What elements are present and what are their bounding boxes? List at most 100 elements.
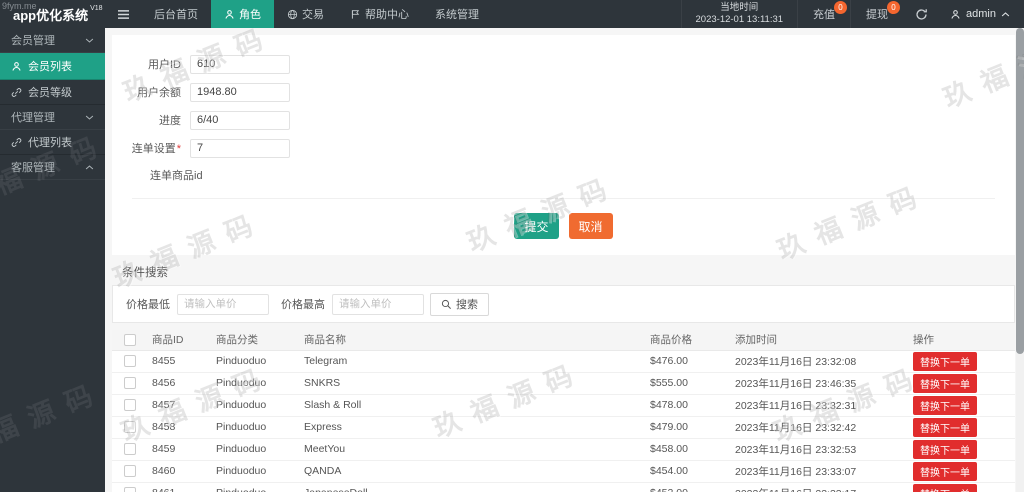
price-max-label: 价格最高	[281, 296, 325, 312]
replace-next-order-button[interactable]: 替换下一单	[913, 484, 977, 492]
username: admin	[966, 8, 996, 20]
cell-price: $476.00	[644, 350, 729, 372]
replace-next-order-button[interactable]: 替换下一单	[913, 462, 977, 481]
replace-next-order-button[interactable]: 替换下一单	[913, 352, 977, 371]
replace-next-order-button[interactable]: 替换下一单	[913, 374, 977, 393]
replace-next-order-button[interactable]: 替换下一单	[913, 440, 977, 459]
hamburger-menu-icon[interactable]	[105, 0, 141, 28]
row-select-cell	[112, 438, 146, 460]
required-asterisk: *	[177, 143, 181, 155]
cell-price: $452.00	[644, 482, 729, 492]
sidebar-item-label: 代理管理	[11, 109, 55, 125]
search-panel: 价格最低 价格最高 搜索	[112, 285, 1015, 323]
link-icon	[11, 137, 22, 148]
replace-next-order-button[interactable]: 替换下一单	[913, 418, 977, 437]
form-field-label: 连单设置*	[112, 140, 190, 156]
form-field-input[interactable]	[190, 83, 290, 102]
search-button[interactable]: 搜索	[430, 293, 489, 316]
form-field-row: 用户余额	[112, 78, 1015, 106]
form-field-row: 用户ID	[112, 50, 1015, 78]
main-content: 用户ID 用户余额 进度 连单设置* 连单商品id	[105, 28, 1024, 492]
cell-name: MeetYou	[298, 438, 644, 460]
app-version: V18	[90, 5, 102, 12]
cell-category: Pinduoduo	[210, 372, 298, 394]
sidebar-item-label: 客服管理	[11, 159, 55, 175]
row-checkbox[interactable]	[124, 399, 136, 411]
topbar-tab[interactable]: 后台首页	[141, 0, 211, 28]
form-field-input[interactable]	[190, 55, 290, 74]
sidebar-item[interactable]: 会员等级	[0, 80, 105, 105]
sidebar-item[interactable]: 代理管理	[0, 105, 105, 130]
form-field-input[interactable]	[190, 139, 290, 158]
table-row: 8459 Pinduoduo MeetYou $458.00 2023年11月1…	[112, 438, 1015, 460]
scrollbar-thumb[interactable]	[1016, 28, 1024, 354]
row-checkbox[interactable]	[124, 443, 136, 455]
cell-action: 替换下一单	[907, 394, 1015, 416]
search-icon	[441, 299, 452, 310]
form-field-row: 连单设置*	[112, 134, 1015, 162]
cell-name: JapaneseDoll	[298, 482, 644, 492]
submit-button[interactable]: 提交	[514, 213, 558, 239]
topbar-tab[interactable]: 系统管理	[422, 0, 492, 28]
recharge-label: 充值	[813, 6, 835, 22]
user-menu[interactable]: admin	[940, 0, 1024, 28]
sidebar-item-label: 会员等级	[28, 84, 72, 100]
cell-price: $454.00	[644, 460, 729, 482]
app-title: app优化系统	[13, 5, 88, 24]
row-select-cell	[112, 460, 146, 482]
row-checkbox[interactable]	[124, 377, 136, 389]
link-icon	[11, 87, 22, 98]
row-checkbox[interactable]	[124, 465, 136, 477]
cell-time: 2023年11月16日 23:32:31	[729, 394, 907, 416]
row-checkbox[interactable]	[124, 355, 136, 367]
table-row: 8461 Pinduoduo JapaneseDoll $452.00 2023…	[112, 482, 1015, 492]
replace-next-order-button[interactable]: 替换下一单	[913, 396, 977, 415]
sidebar-item[interactable]: 代理列表	[0, 130, 105, 155]
form-field-input[interactable]	[190, 111, 290, 130]
table-row: 8456 Pinduoduo SNKRS $555.00 2023年11月16日…	[112, 372, 1015, 394]
sidebar-item-label: 会员列表	[28, 58, 72, 74]
form-buttons: 提交 取消	[112, 199, 1015, 255]
table-header-row: 商品ID 商品分类 商品名称 商品价格 添加时间 操作	[112, 330, 1015, 350]
cell-time: 2023年11月16日 23:32:53	[729, 438, 907, 460]
sidebar-item[interactable]: 客服管理	[0, 155, 105, 180]
sidebar-item[interactable]: 会员管理	[0, 28, 105, 53]
form-field-label: 用户ID	[112, 56, 190, 72]
cell-product-id: 8458	[146, 416, 210, 438]
topbar-tab[interactable]: 帮助中心	[337, 0, 422, 28]
user-icon	[950, 9, 961, 20]
sidebar-item[interactable]: 会员列表	[0, 53, 105, 80]
withdraw-label: 提现	[866, 6, 888, 22]
topbar-tabs: 后台首页 角色 交易	[141, 0, 492, 28]
cell-product-id: 8461	[146, 482, 210, 492]
user-icon	[11, 61, 22, 72]
row-select-cell	[112, 416, 146, 438]
recharge-badge: 0	[834, 1, 847, 14]
cell-action: 替换下一单	[907, 460, 1015, 482]
cell-name: SNKRS	[298, 372, 644, 394]
recharge-button[interactable]: 充值 0	[797, 0, 850, 28]
price-min-label: 价格最低	[126, 296, 170, 312]
user-icon	[224, 9, 235, 20]
sidebar-item-label: 代理列表	[28, 134, 72, 150]
combo-product-id-label: 连单商品id	[112, 162, 1015, 188]
cell-price: $478.00	[644, 394, 729, 416]
price-min-input[interactable]	[177, 294, 269, 315]
cell-product-id: 8459	[146, 438, 210, 460]
sidebar-item-label: 会员管理	[11, 32, 55, 48]
topbar-tab[interactable]: 角色	[211, 0, 274, 28]
search-button-label: 搜索	[456, 296, 478, 312]
cell-time: 2023年11月16日 23:33:07	[729, 460, 907, 482]
cell-product-id: 8455	[146, 350, 210, 372]
select-all-checkbox[interactable]	[124, 334, 136, 346]
topbar-tab-label: 角色	[239, 6, 261, 22]
cancel-button[interactable]: 取消	[569, 213, 613, 239]
price-max-input[interactable]	[332, 294, 424, 315]
cell-category: Pinduoduo	[210, 416, 298, 438]
row-checkbox[interactable]	[124, 487, 136, 492]
refresh-icon[interactable]	[903, 0, 940, 28]
row-checkbox[interactable]	[124, 421, 136, 433]
withdraw-button[interactable]: 提现 0	[850, 0, 903, 28]
topbar-tab[interactable]: 交易	[274, 0, 337, 28]
col-action: 操作	[907, 330, 1015, 350]
